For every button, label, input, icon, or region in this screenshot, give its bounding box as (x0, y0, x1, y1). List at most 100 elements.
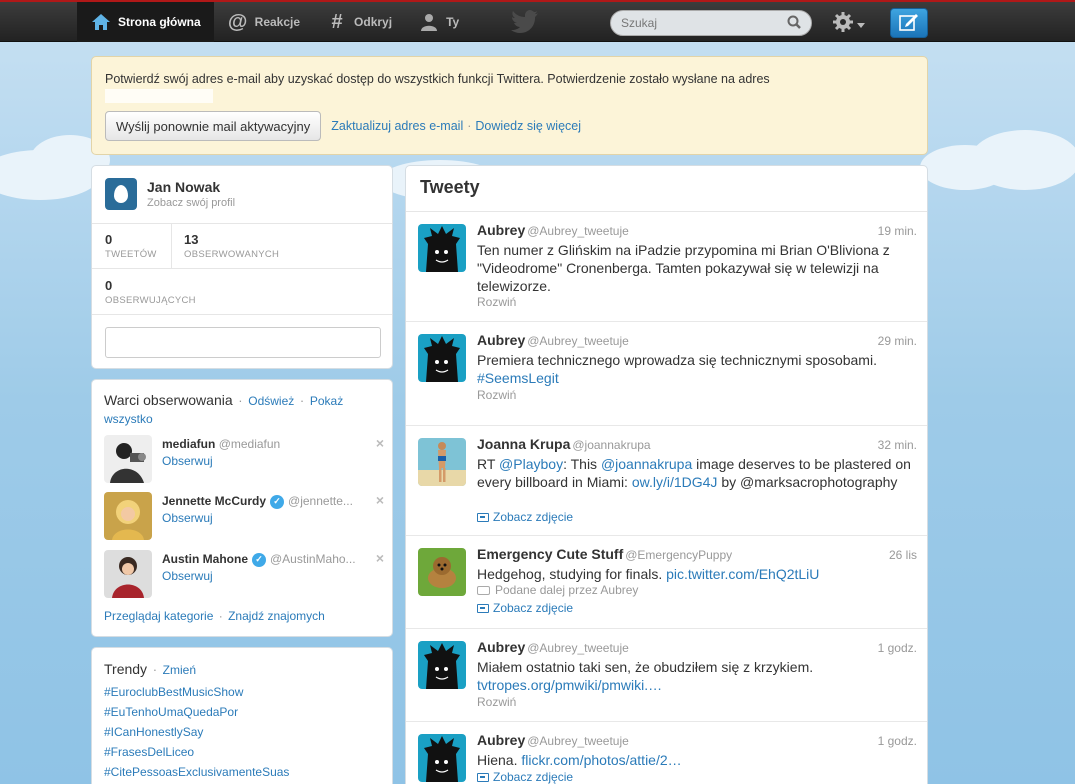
suggestion-item[interactable]: mediafun @mediafun Obserwuj × (104, 435, 384, 487)
search-icon[interactable] (787, 15, 801, 32)
suggestion-name[interactable]: mediafun @mediafun (162, 437, 280, 451)
followers-count[interactable]: 0 (105, 278, 112, 293)
suggestion-item[interactable]: Jennette McCurdy ✓ @jennette... Obserwuj × (104, 492, 384, 544)
view-profile-link[interactable]: Zobacz swój profil (147, 197, 235, 209)
separator: · (152, 662, 158, 677)
tweet-author[interactable]: Aubrey @Aubrey_tweetuje (477, 332, 629, 348)
alert-text: Potwierdź swój adres e-mail aby uzyskać … (105, 72, 914, 103)
suggestion-name[interactable]: Austin Mahone ✓ @AustinMaho... (162, 552, 356, 567)
url-link[interactable]: tvtropes.org/pmwiki/pmwiki.… (477, 677, 662, 693)
verified-icon: ✓ (252, 552, 266, 567)
close-icon[interactable]: × (376, 550, 384, 566)
tweet-item[interactable]: Aubrey @Aubrey_tweetuje 1 godz. Miałem os… (406, 629, 927, 722)
trend-item[interactable]: #CitePessoasExclusivamenteSuas (104, 765, 289, 779)
tweet-item[interactable]: Aubrey @Aubrey_tweetuje 1 godz. Hiena. fl… (406, 722, 927, 784)
tweet-item[interactable]: Joanna Krupa @joannakrupa 32 min. RT @Pla… (406, 426, 927, 536)
tweet-author[interactable]: Aubrey @Aubrey_tweetuje (477, 639, 629, 655)
tweet-time[interactable]: 1 godz. (878, 734, 917, 748)
trend-item[interactable]: #EuroclubBestMusicShow (104, 685, 243, 699)
settings-menu[interactable] (832, 11, 870, 35)
trend-item[interactable]: #FrasesDelLiceo (104, 745, 194, 759)
browse-categories-link[interactable]: Przeglądaj kategorie (104, 609, 213, 623)
avatar[interactable] (104, 550, 152, 598)
search-box[interactable] (610, 10, 812, 36)
view-photo-link[interactable]: Zobacz zdjęcie (477, 510, 573, 524)
separator: · (218, 609, 223, 623)
find-friends-link[interactable]: Znajdź znajomych (228, 609, 325, 623)
hashtag-link[interactable]: #SeemsLegit (477, 370, 559, 386)
follow-link[interactable]: Obserwuj (162, 511, 213, 525)
nav-home[interactable]: Strona główna (77, 2, 214, 42)
expand-link[interactable]: Rozwiń (477, 388, 516, 402)
tweet-item[interactable]: Aubrey @Aubrey_tweetuje 29 min. Premiera … (406, 322, 927, 426)
url-link[interactable]: ow.ly/i/1DG4J (632, 474, 718, 490)
following-label[interactable]: OBSERWOWANYCH (184, 249, 279, 260)
avatar[interactable] (105, 178, 137, 210)
tweet-time[interactable]: 26 lis (889, 548, 917, 562)
resend-activation-button[interactable]: Wyślij ponownie mail aktywacyjny (105, 111, 322, 141)
search-input[interactable] (621, 16, 787, 30)
tweet-box-input[interactable] (105, 327, 381, 358)
url-link[interactable]: pic.twitter.com/EhQ2tLiU (666, 566, 819, 582)
divider (92, 314, 392, 315)
who-to-follow-footer: Przeglądaj kategorie · Znajdź znajomych (104, 609, 325, 623)
view-photo-link[interactable]: Zobacz zdjęcie (477, 770, 573, 784)
mention-link[interactable]: @joannakrupa (601, 456, 692, 472)
expand-link[interactable]: Rozwiń (477, 295, 516, 309)
refresh-link[interactable]: Odśwież (248, 394, 294, 408)
nav-me[interactable]: Ty (405, 2, 472, 42)
profile-name[interactable]: Jan Nowak (147, 179, 220, 195)
avatar[interactable] (418, 438, 466, 486)
tweet-item[interactable]: Aubrey @Aubrey_tweetuje 19 min. Ten numer… (406, 212, 927, 322)
tweet-author[interactable]: Emergency Cute Stuff @EmergencyPuppy (477, 546, 732, 562)
avatar[interactable] (418, 548, 466, 596)
avatar[interactable] (418, 734, 466, 782)
avatar[interactable] (104, 492, 152, 540)
update-email-link[interactable]: Zaktualizuj adres e-mail (331, 119, 463, 133)
tweet-time[interactable]: 1 godz. (878, 641, 917, 655)
trend-item[interactable]: #ICanHonestlySay (104, 725, 203, 739)
suggestion-name[interactable]: Jennette McCurdy ✓ @jennette... (162, 494, 353, 509)
follow-link[interactable]: Obserwuj (162, 569, 213, 583)
separator: · (238, 393, 243, 408)
show-all-link[interactable]: Pokaż (310, 394, 343, 408)
avatar[interactable] (418, 641, 466, 689)
tweet-text: Hedgehog, studying for finals. pic.twitt… (477, 566, 820, 582)
learn-more-link[interactable]: Dowiedz się więcej (475, 119, 581, 133)
tweet-stream: Tweety Aubrey @Aubrey_tweetuje 19 min. Te… (405, 165, 928, 784)
tweet-time[interactable]: 19 min. (878, 224, 917, 238)
tweet-item[interactable]: Emergency Cute Stuff @EmergencyPuppy 26 l… (406, 536, 927, 629)
tweets-count[interactable]: 0 (105, 232, 112, 247)
following-count[interactable]: 13 (184, 232, 198, 247)
tweet-author[interactable]: Aubrey @Aubrey_tweetuje (477, 732, 629, 748)
nav-discover[interactable]: # Odkryj (313, 2, 405, 42)
suggestion-handle: @AustinMaho... (270, 552, 356, 566)
follow-link[interactable]: Obserwuj (162, 454, 213, 468)
tweet-time[interactable]: 32 min. (878, 438, 917, 452)
tweet-time[interactable]: 29 min. (878, 334, 917, 348)
trend-item[interactable]: #EuTenhoUmaQuedaPor (104, 705, 238, 719)
suggestion-item[interactable]: Austin Mahone ✓ @AustinMaho... Obserwuj × (104, 550, 384, 602)
tweet-author[interactable]: Aubrey @Aubrey_tweetuje (477, 222, 629, 238)
show-all-link-cont[interactable]: wszystko (104, 412, 153, 426)
avatar[interactable] (418, 334, 466, 382)
tweet-author[interactable]: Joanna Krupa @joannakrupa (477, 436, 651, 452)
nav-connect[interactable]: @ Reakcje (214, 2, 313, 42)
stream-title: Tweety (420, 177, 480, 197)
close-icon[interactable]: × (376, 492, 384, 508)
avatar[interactable] (418, 224, 466, 272)
compose-tweet-button[interactable] (890, 8, 928, 38)
expand-link[interactable]: Rozwiń (477, 695, 516, 709)
tweet-handle: @Aubrey_tweetuje (527, 334, 629, 348)
mention-link[interactable]: @Playboy (499, 456, 563, 472)
followers-label[interactable]: OBSERWUJĄCYCH (105, 295, 196, 306)
tweet-handle: @Aubrey_tweetuje (527, 734, 629, 748)
avatar[interactable] (104, 435, 152, 483)
twitter-bird-icon[interactable] (511, 10, 539, 34)
close-icon[interactable]: × (376, 435, 384, 451)
separator: · (467, 119, 472, 133)
url-link[interactable]: flickr.com/photos/attie/2… (521, 752, 681, 768)
tweets-label[interactable]: TWEETÓW (105, 249, 157, 260)
view-photo-link[interactable]: Zobacz zdjęcie (477, 601, 573, 615)
change-trends-link[interactable]: Zmień (163, 663, 196, 677)
